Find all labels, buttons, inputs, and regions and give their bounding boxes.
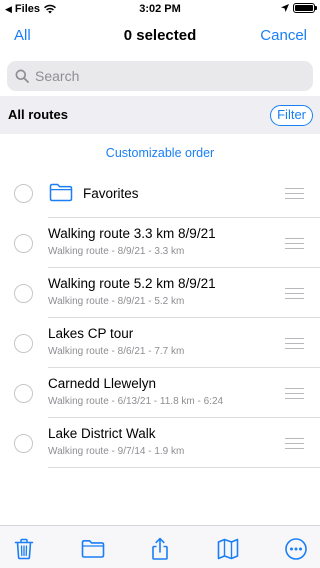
list-item-title: Walking route 3.3 km 8/9/21: [48, 226, 216, 241]
list-item-route[interactable]: Carnedd Llewelyn Walking route - 6/13/21…: [0, 368, 320, 418]
battery-icon: [293, 3, 317, 13]
reorder-handle-icon[interactable]: [285, 238, 304, 253]
list-item-title: Lakes CP tour: [48, 326, 134, 341]
status-indicators: [281, 3, 317, 13]
selection-radio[interactable]: [14, 334, 33, 353]
selection-radio[interactable]: [14, 284, 33, 303]
selection-radio[interactable]: [14, 384, 33, 403]
route-list: Favorites Walking route 3.3 km 8/9/21 Wa…: [0, 168, 320, 468]
section-header: All routes Filter: [0, 96, 320, 134]
reorder-handle-icon[interactable]: [285, 188, 304, 203]
list-item-route[interactable]: Lake District Walk Walking route - 9/7/1…: [0, 418, 320, 468]
search-field[interactable]: [7, 61, 313, 91]
folder-icon[interactable]: [81, 537, 105, 561]
filter-button[interactable]: Filter: [270, 105, 313, 126]
clock: 3:02 PM: [139, 3, 181, 15]
list-item-subtitle: Walking route - 9/7/14 - 1.9 km: [48, 446, 185, 457]
status-bar: ◀ Files 3:02 PM: [0, 0, 320, 18]
share-icon[interactable]: [148, 537, 172, 561]
search-bar: [0, 56, 320, 96]
list-item-title: Lake District Walk: [48, 426, 156, 441]
search-icon: [15, 69, 29, 83]
location-arrow-icon: [281, 4, 289, 12]
list-item-route[interactable]: Walking route 5.2 km 8/9/21 Walking rout…: [0, 268, 320, 318]
reorder-handle-icon[interactable]: [285, 438, 304, 453]
selection-radio[interactable]: [14, 234, 33, 253]
list-item-title: Walking route 5.2 km 8/9/21: [48, 276, 216, 291]
search-input[interactable]: [35, 68, 295, 84]
reorder-handle-icon[interactable]: [285, 338, 304, 353]
list-item-subtitle: Walking route - 8/9/21 - 3.3 km: [48, 246, 185, 257]
list-item-subtitle: Walking route - 8/6/21 - 7.7 km: [48, 346, 185, 357]
list-item-title: Carnedd Llewelyn: [48, 376, 157, 391]
list-item-route[interactable]: Walking route 3.3 km 8/9/21 Walking rout…: [0, 218, 320, 268]
folder-icon: [49, 183, 73, 202]
screen: ◀ Files 3:02 PM All 0 selected Cancel Se…: [0, 0, 320, 568]
divider: [48, 467, 320, 468]
more-icon[interactable]: [284, 537, 308, 561]
list-item-favorites[interactable]: Favorites: [0, 168, 320, 218]
section-title: All routes: [8, 107, 68, 122]
selection-radio[interactable]: [14, 434, 33, 453]
map-icon[interactable]: [216, 537, 240, 561]
trash-icon[interactable]: [12, 537, 36, 561]
bottom-toolbar: [0, 525, 320, 568]
list-item-subtitle: Walking route - 6/13/21 - 11.8 km - 6:24: [48, 396, 224, 407]
list-item-subtitle: Walking route - 8/9/21 - 5.2 km: [48, 296, 185, 307]
reorder-handle-icon[interactable]: [285, 288, 304, 303]
selection-radio[interactable]: [14, 184, 33, 203]
list-item-title: Favorites: [83, 186, 139, 201]
reorder-handle-icon[interactable]: [285, 388, 304, 403]
list-item-route[interactable]: Lakes CP tour Walking route - 8/6/21 - 7…: [0, 318, 320, 368]
nav-bar: All 0 selected Cancel: [0, 18, 320, 56]
cancel-button[interactable]: Cancel: [260, 27, 307, 44]
customizable-order-button[interactable]: Customizable order: [0, 146, 320, 160]
